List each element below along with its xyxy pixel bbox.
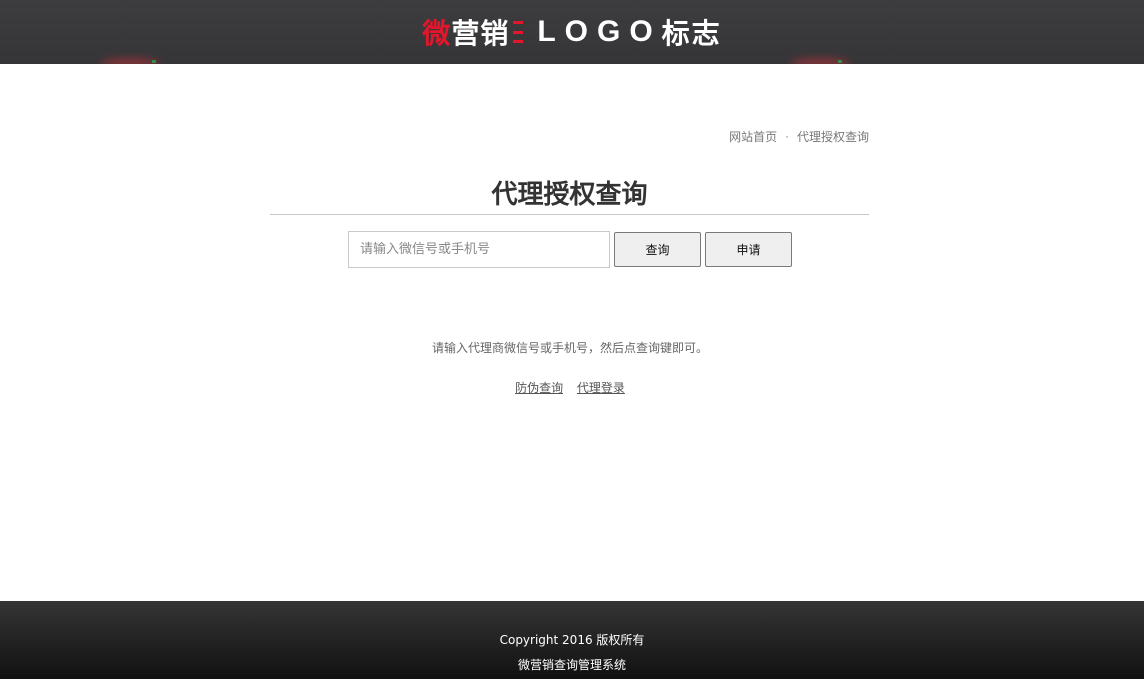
logo-text: LOGO <box>537 15 662 48</box>
footer-system-name: 微营销查询管理系统 <box>517 658 626 672</box>
logo-wei: 微 <box>422 17 452 50</box>
hint-text: 请输入代理商微信号或手机号，然后点查询键即可。 <box>431 341 708 355</box>
logo-biaozhi: 标志 <box>661 17 722 50</box>
query-button[interactable]: 查询 <box>614 232 701 267</box>
breadcrumb-home-link[interactable]: 网站首页 <box>729 130 777 144</box>
page-title: 代理授权查询 <box>491 180 648 210</box>
apply-button[interactable]: 申请 <box>705 232 792 267</box>
anti-fake-query-link[interactable]: 防伪查询 <box>515 381 563 395</box>
footer-copyright: Copyright 2016 版权所有 <box>499 633 645 647</box>
site-logo[interactable]: 微 营销 LOGO 标志 <box>0 0 1144 64</box>
title-divider <box>270 214 869 215</box>
search-input[interactable] <box>348 231 610 268</box>
logo-bars-icon <box>513 21 524 43</box>
site-footer: Copyright 2016 版权所有 微营销查询管理系统 <box>0 601 1144 679</box>
breadcrumb: 网站首页 · 代理授权查询 <box>729 128 869 145</box>
site-header: 微 营销 LOGO 标志 <box>0 0 1144 64</box>
logo-yingxiao: 营销 <box>451 17 510 50</box>
breadcrumb-current: 代理授权查询 <box>796 130 869 144</box>
bottom-links: 防伪查询 代理登录 <box>0 379 1140 396</box>
breadcrumb-separator: · <box>785 130 789 144</box>
agent-login-link[interactable]: 代理登录 <box>577 381 625 395</box>
